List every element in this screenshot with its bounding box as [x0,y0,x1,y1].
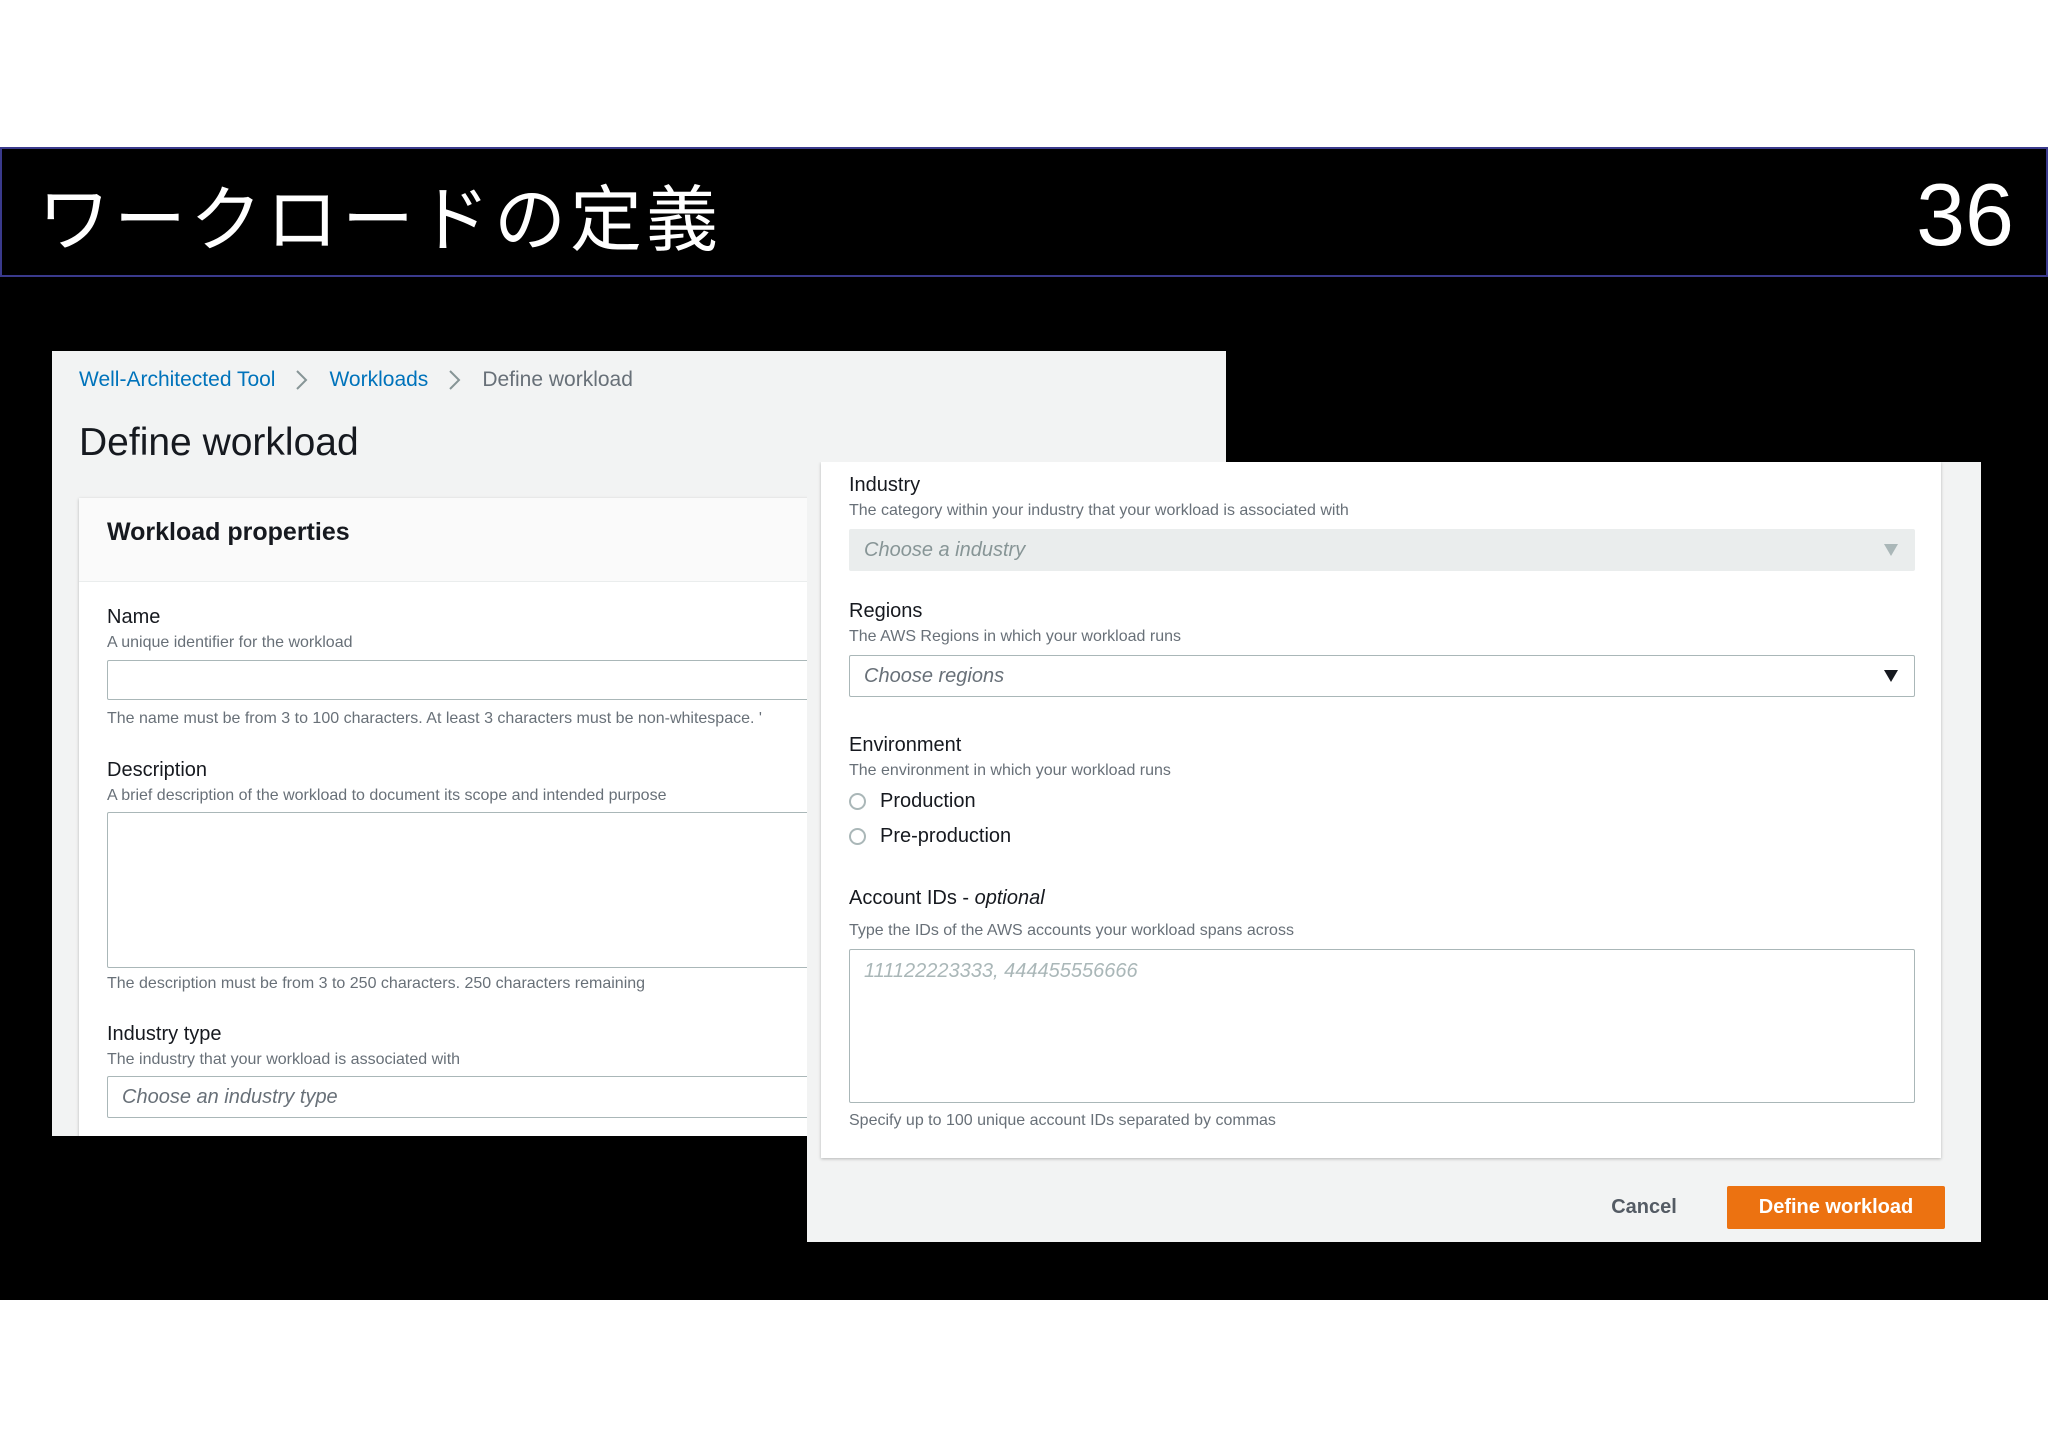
breadcrumb-link-workloads[interactable]: Workloads [329,368,428,392]
industry-label: Industry [849,474,921,496]
radio-label: Pre-production [880,824,1012,847]
card-title: Workload properties [107,518,350,546]
define-workload-page-right: Industry The category within your indust… [807,462,1981,1242]
breadcrumb-current: Define workload [482,368,633,391]
name-hint: The name must be from 3 to 100 character… [107,710,762,727]
environment-description: The environment in which your workload r… [849,762,1171,779]
regions-placeholder: Choose regions [864,665,1005,687]
environment-option-production[interactable]: Production [849,787,976,815]
chevron-down-icon [1884,544,1898,556]
slide-header: ワークロードの定義 36 [0,147,2048,277]
name-description: A unique identifier for the workload [107,634,353,651]
account-ids-textarea[interactable]: 111122223333, 444455556666 [849,949,1915,1103]
slide-page-number: 36 [1916,165,2014,264]
description-description: A brief description of the workload to d… [107,787,667,804]
radio-button[interactable] [849,792,866,810]
chevron-down-icon [1884,670,1898,682]
account-ids-label-text: Account IDs - [849,887,975,909]
industry-type-description: The industry that your workload is assoc… [107,1051,461,1068]
regions-description: The AWS Regions in which your workload r… [849,628,1181,645]
define-workload-button[interactable]: Define workload [1727,1186,1945,1229]
environment-option-pre-production[interactable]: Pre-production [849,822,1011,850]
page-title: Define workload [79,421,359,464]
chevron-right-icon [449,370,461,390]
account-ids-placeholder: 111122223333, 444455556666 [864,960,1138,982]
workload-properties-card-continued: Industry The category within your indust… [821,462,1941,1158]
slide-title: ワークロードの定義 [38,178,723,262]
regions-select[interactable]: Choose regions [849,655,1915,697]
chevron-right-icon [296,370,308,390]
description-hint: The description must be from 3 to 250 ch… [107,975,646,992]
environment-label: Environment [849,734,962,756]
optional-tag: optional [974,887,1045,909]
regions-label: Regions [849,600,923,622]
breadcrumb-link-well-architected-tool[interactable]: Well-Architected Tool [79,368,275,392]
account-ids-hint: Specify up to 100 unique account IDs sep… [849,1112,1276,1129]
description-label: Description [107,759,208,781]
industry-description: The category within your industry that y… [849,502,1349,519]
cancel-button[interactable]: Cancel [1589,1185,1699,1229]
industry-type-label: Industry type [107,1023,222,1045]
industry-select[interactable]: Choose a industry [849,529,1915,571]
account-ids-description: Type the IDs of the AWS accounts your wo… [849,922,1294,939]
account-ids-label: Account IDs - optional [849,887,1045,910]
radio-label: Production [880,789,976,812]
name-label: Name [107,606,161,628]
industry-type-placeholder: Choose an industry type [122,1086,338,1108]
industry-placeholder: Choose a industry [864,539,1026,561]
breadcrumb: Well-Architected Tool Workloads Define w… [79,365,633,395]
radio-button[interactable] [849,827,866,845]
